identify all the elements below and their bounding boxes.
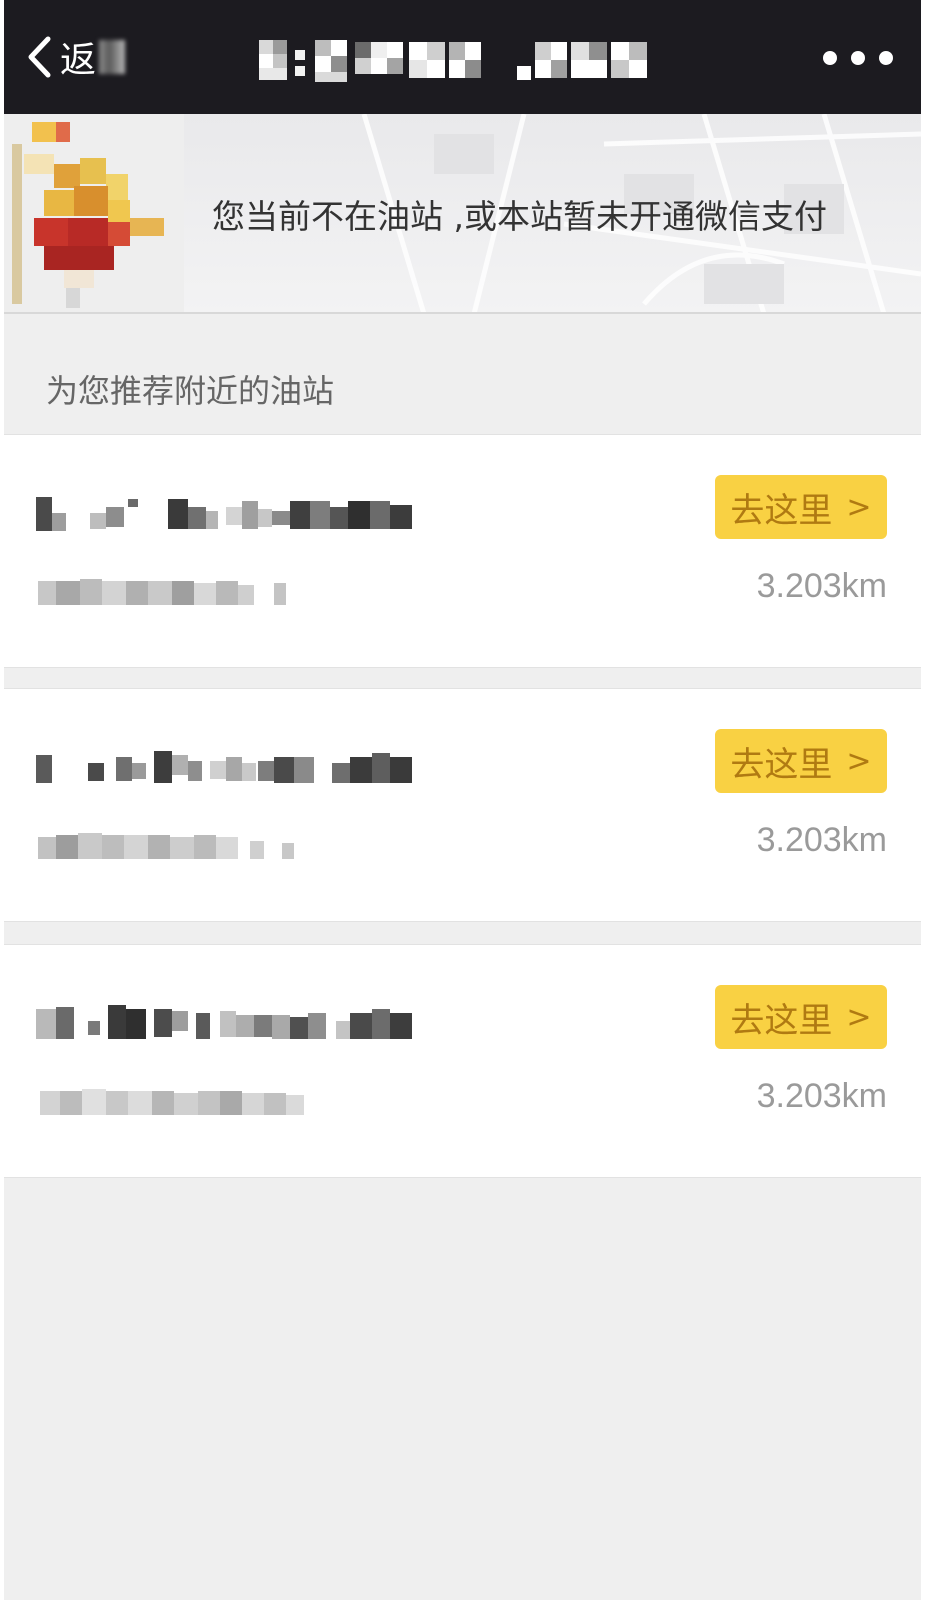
station-card: 去这里 > 3.203km: [4, 688, 921, 922]
back-label: 返: [60, 40, 98, 81]
redacted-text: [99, 40, 126, 74]
section-header: 为您推荐附近的油站: [4, 316, 921, 434]
redacted-station-name: [36, 751, 412, 783]
more-dot: [823, 51, 837, 65]
go-here-label: 去这里: [730, 1000, 833, 1041]
go-here-label: 去这里: [730, 744, 833, 785]
chevron-right-icon: >: [846, 999, 872, 1035]
distance-label: 3.203km: [756, 1077, 887, 1115]
pixelated-mascot-image: [4, 114, 184, 314]
go-here-button[interactable]: 去这里 >: [715, 985, 887, 1049]
redacted-station-address: [40, 1089, 304, 1115]
chevron-right-icon: >: [846, 489, 872, 525]
more-options-button[interactable]: [823, 38, 893, 78]
top-nav-bar: 返: [4, 0, 921, 114]
more-dot: [879, 51, 893, 65]
chevron-left-icon: [28, 36, 51, 78]
divider: [4, 312, 921, 314]
go-here-button[interactable]: 去这里 >: [715, 729, 887, 793]
redacted-station-name: [36, 497, 412, 531]
not-at-station-message: 您当前不在油站 ,或本站暂未开通微信支付: [212, 197, 827, 236]
distance-label: 3.203km: [756, 567, 887, 605]
go-here-button[interactable]: 去这里 >: [715, 475, 887, 539]
go-here-label: 去这里: [730, 490, 833, 531]
redacted-station-address: [38, 579, 286, 605]
distance-label: 3.203km: [756, 821, 887, 859]
redacted-station-address: [38, 833, 294, 859]
more-dot: [851, 51, 865, 65]
back-button[interactable]: 返: [26, 30, 126, 84]
section-title: 为您推荐附近的油站: [46, 372, 335, 410]
redacted-page-title: [259, 40, 647, 82]
app-screen: 返 您当前不在油站 ,或本站暂未开通微信支付 为您推荐附近的油站 去这里 > 3…: [4, 0, 921, 1600]
redacted-station-name: [36, 1005, 412, 1039]
station-card: 去这里 > 3.203km: [4, 434, 921, 668]
station-card: 去这里 > 3.203km: [4, 944, 921, 1178]
chevron-right-icon: >: [846, 743, 872, 779]
notice-banner: 您当前不在油站 ,或本站暂未开通微信支付: [4, 114, 921, 314]
